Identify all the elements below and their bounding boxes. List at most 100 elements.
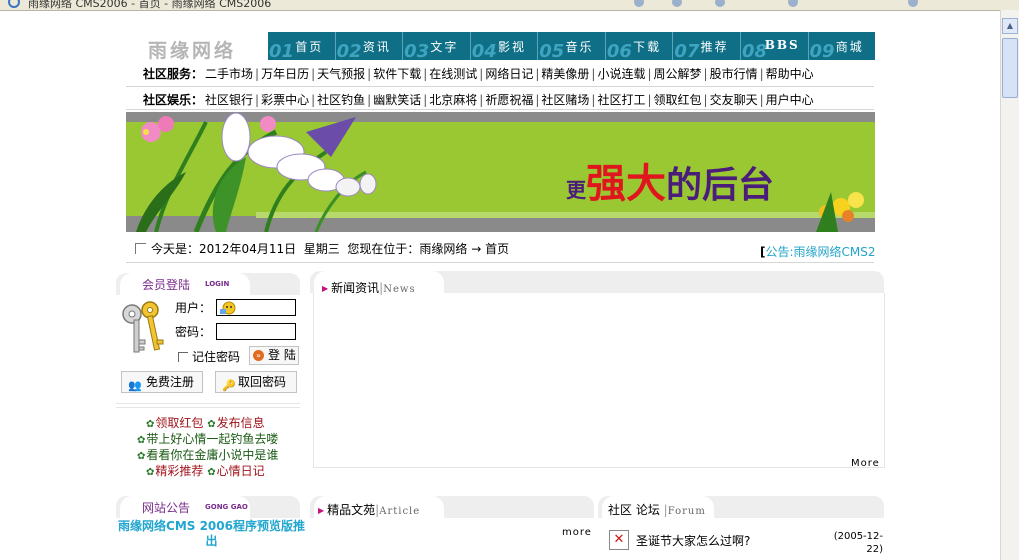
quick-link[interactable]: 发布信息 (217, 416, 265, 430)
nav-item[interactable]: 09 商城 (809, 32, 876, 62)
scrolling-notice[interactable]: [公告:雨缘网络CMS2 (760, 243, 876, 260)
browser-tab-title[interactable]: 雨缘网络 CMS2006 - 首页 - 雨缘网络 CMS2006 (28, 0, 271, 10)
login-title: 会员登陆 (142, 278, 191, 292)
toolbar-icon[interactable] (672, 0, 682, 7)
broken-image-icon: ✕ (609, 530, 629, 550)
nav-item[interactable]: 02 资讯 (336, 32, 404, 62)
community-link[interactable]: 天气预报 (315, 67, 367, 81)
forum-topic-date: (2005-12-22) (833, 531, 883, 555)
location-label: 您现在位于： (347, 242, 420, 256)
nav-label: 文字 (430, 40, 459, 54)
toolbar-icon[interactable] (715, 0, 725, 7)
news-more-link[interactable]: More (851, 458, 880, 469)
community-link[interactable]: 精美像册 (539, 67, 591, 81)
community-link[interactable]: 彩票中心 (259, 93, 311, 107)
community-link[interactable]: 用户中心 (764, 93, 816, 107)
community-link[interactable]: 社区钓鱼 (315, 93, 367, 107)
community-link[interactable]: 社区银行 (203, 93, 255, 107)
site-notice-title: 网站公告 (142, 501, 191, 515)
community-link[interactable]: 祈愿祝福 (483, 93, 535, 107)
keys-icon (122, 301, 164, 353)
password-label: 密码： (175, 325, 212, 339)
articles-title: ▶ 精品文苑|Article (318, 503, 421, 517)
nav-item[interactable]: 01 首页 (268, 32, 336, 62)
username-label: 用户： (175, 301, 212, 315)
triangle-icon: ▶ (322, 284, 329, 293)
quick-links-row: ✿精彩推荐 ✿心情日记 (146, 462, 265, 479)
community-link[interactable]: 交友聊天 (708, 93, 760, 107)
site-notice-link[interactable]: 雨缘网络CMS 2006程序预览版推出 (114, 519, 309, 549)
articles-more-link[interactable]: more (562, 527, 592, 538)
scrollbar-thumb[interactable] (1002, 38, 1018, 98)
community-link[interactable]: 万年日历 (259, 67, 311, 81)
nav-item[interactable]: 03 文字 (403, 32, 471, 62)
divider (126, 109, 874, 110)
separator: | (703, 93, 708, 107)
vertical-scrollbar[interactable]: ▲ (1000, 10, 1019, 560)
community-link[interactable]: 二手市场 (203, 67, 255, 81)
login-button[interactable]: » 登 陆 (249, 346, 299, 365)
toolbar-icon[interactable] (788, 0, 798, 7)
community-link[interactable]: 小说连载 (595, 67, 647, 81)
nav-item[interactable]: 05 音乐 (538, 32, 606, 62)
location-page-link[interactable]: 首页 (485, 242, 509, 256)
triangle-icon: ▶ (318, 506, 325, 515)
quick-link[interactable]: 精彩推荐 (155, 464, 203, 478)
arrow-right-icon: → (471, 242, 482, 256)
divider (126, 86, 874, 87)
community-link[interactable]: 领取红包 (652, 93, 704, 107)
news-title: ▶ 新闻资讯|News (322, 281, 416, 295)
community-link[interactable]: 网络日记 (483, 67, 535, 81)
quick-link[interactable]: 心情日记 (217, 464, 265, 478)
quick-link[interactable]: 看看你在金庸小说中是谁 (146, 448, 278, 462)
community-link[interactable]: 社区打工 (595, 93, 647, 107)
community-link[interactable]: 幽默笑话 (371, 93, 423, 107)
community-services-links: 社区服务： 二手市场 | 万年日历 | 天气预报 | 软件下载 | 在线测试 | 网络日记 | 精美像册 |… (143, 65, 863, 83)
username-input[interactable] (216, 299, 296, 316)
nav-item[interactable]: 08 BBS (741, 32, 809, 62)
nav-item[interactable]: 06 下载 (606, 32, 674, 62)
separator: | (647, 93, 652, 107)
site-logo[interactable]: 雨缘网络 (148, 36, 236, 63)
toolbar-icon[interactable] (634, 0, 644, 7)
remember-password[interactable]: 记住密码 (178, 348, 240, 365)
toolbar-icon[interactable] (908, 0, 918, 7)
community-link[interactable]: 北京麻将 (427, 93, 479, 107)
browser-tab-strip: 雨缘网络 CMS2006 - 首页 - 雨缘网络 CMS2006 (0, 0, 1019, 11)
nav-item[interactable]: 04 影视 (471, 32, 539, 62)
quick-links-row: ✿带上好心情一起钓鱼去喽 (137, 430, 278, 447)
password-input[interactable] (216, 323, 296, 340)
community-link[interactable]: 股市行情 (708, 67, 760, 81)
users-icon: 👥 (128, 379, 142, 392)
community-link[interactable]: 软件下载 (371, 67, 423, 81)
community-entertainment-links: 社区娱乐： 社区银行 | 彩票中心 | 社区钓鱼 | 幽默笑话 | 北京麻将 | 祈愿祝福 | 社区赌场 |… (143, 91, 863, 109)
current-weekday: 星期三 (303, 242, 340, 256)
quick-link[interactable]: 带上好心情一起钓鱼去喽 (146, 432, 278, 446)
user-icon (220, 301, 236, 315)
location-site-link[interactable]: 雨缘网络 (419, 242, 467, 256)
forum-topic-link[interactable]: 圣诞节大家怎么过啊? (636, 532, 750, 549)
nav-label: BBS (764, 38, 800, 52)
bullet-icon: ✿ (146, 419, 155, 430)
community-link[interactable]: 在线测试 (427, 67, 479, 81)
separator: | (647, 67, 652, 81)
banner-slogan: 更强大的后台 (566, 161, 775, 207)
retrieve-password-button[interactable]: 🔑 取回密码 (215, 371, 297, 393)
divider (116, 407, 300, 408)
nav-item[interactable]: 07 推荐 (673, 32, 741, 62)
nav-label: 推荐 (700, 40, 729, 54)
community-link[interactable]: 周公解梦 (652, 67, 704, 81)
register-button[interactable]: 👥 免费注册 (121, 371, 203, 393)
bullet-icon: ✿ (137, 451, 146, 462)
row-label: 社区娱乐： (143, 93, 204, 107)
nav-label: 首页 (295, 40, 324, 54)
community-link[interactable]: 社区赌场 (539, 93, 591, 107)
remember-checkbox[interactable] (178, 352, 188, 362)
bullet-icon: ✿ (137, 435, 146, 446)
scroll-up-arrow-icon[interactable]: ▲ (1002, 18, 1018, 34)
location-bar: 今天是：2012年04月11日 星期三 您现在位于：雨缘网络 → 首页 [公告:… (126, 240, 876, 260)
quick-links-row: ✿领取红包 ✿发布信息 (146, 414, 265, 431)
quick-link[interactable]: 领取红包 (155, 416, 203, 430)
bullet-icon: ✿ (207, 467, 216, 478)
community-link[interactable]: 帮助中心 (764, 67, 816, 81)
